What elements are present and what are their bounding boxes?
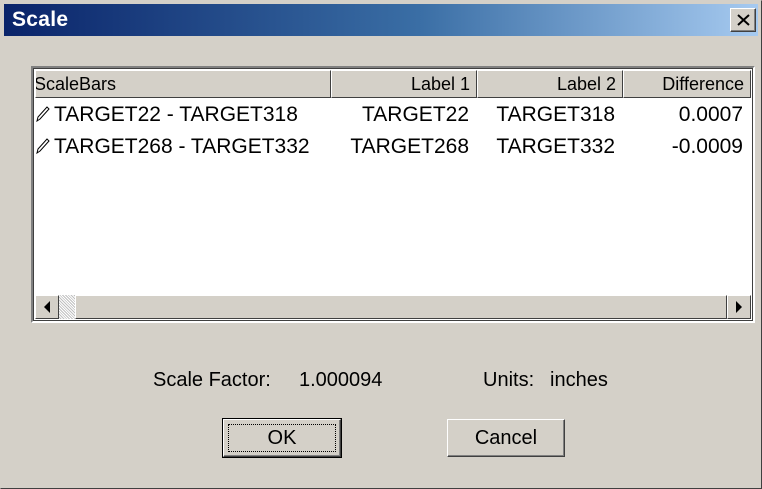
pencil-icon bbox=[36, 138, 50, 155]
scroll-right-button[interactable] bbox=[727, 295, 751, 319]
scroll-thumb[interactable] bbox=[75, 295, 727, 319]
cell-label2: TARGET318 bbox=[496, 103, 615, 126]
title-bar[interactable]: Scale bbox=[4, 4, 758, 36]
list-header: ScaleBars Label 1 Label 2 Difference bbox=[35, 70, 751, 98]
window-title: Scale bbox=[12, 8, 69, 31]
cell-difference: 0.0007 bbox=[678, 103, 743, 126]
horizontal-scrollbar[interactable] bbox=[35, 295, 751, 319]
cell-scalebar: TARGET268 - TARGET332 bbox=[35, 132, 331, 162]
table-row[interactable]: TARGET268 - TARGET332 TARGET268 TARGET33… bbox=[35, 132, 751, 164]
scale-dialog: Scale ScaleBars Label 1 Label 2 Differen… bbox=[0, 0, 762, 489]
cell-scalebar: TARGET22 - TARGET318 bbox=[35, 100, 331, 130]
list-rows: TARGET22 - TARGET318 TARGET22 TARGET318 … bbox=[35, 100, 751, 164]
pencil-icon bbox=[36, 106, 50, 123]
units-value: inches bbox=[550, 369, 608, 391]
units-label: Units: bbox=[483, 369, 535, 391]
close-button[interactable] bbox=[730, 8, 756, 32]
scroll-left-button[interactable] bbox=[35, 295, 59, 319]
cell-difference: -0.0009 bbox=[671, 135, 743, 158]
column-header-difference[interactable]: Difference bbox=[623, 70, 751, 98]
close-icon bbox=[737, 14, 750, 26]
ok-button-label: OK bbox=[228, 424, 336, 452]
scale-factor-value: 1.000094 bbox=[299, 369, 383, 391]
cell-label2: TARGET332 bbox=[496, 135, 615, 158]
scalebars-list[interactable]: ScaleBars Label 1 Label 2 Difference TAR… bbox=[31, 66, 755, 323]
scale-factor-label: Scale Factor: bbox=[153, 369, 271, 391]
arrow-right-icon bbox=[736, 301, 742, 313]
ok-button[interactable]: OK bbox=[222, 418, 342, 458]
table-row[interactable]: TARGET22 - TARGET318 TARGET22 TARGET318 … bbox=[35, 100, 751, 132]
cell-label1: TARGET22 bbox=[362, 103, 469, 126]
cell-label1: TARGET268 bbox=[350, 135, 469, 158]
column-header-label1[interactable]: Label 1 bbox=[331, 70, 477, 98]
column-header-scalebars[interactable]: ScaleBars bbox=[35, 70, 331, 98]
cancel-button[interactable]: Cancel bbox=[447, 419, 565, 457]
arrow-left-icon bbox=[44, 301, 50, 313]
scroll-track[interactable] bbox=[59, 295, 75, 319]
column-header-label2[interactable]: Label 2 bbox=[477, 70, 623, 98]
